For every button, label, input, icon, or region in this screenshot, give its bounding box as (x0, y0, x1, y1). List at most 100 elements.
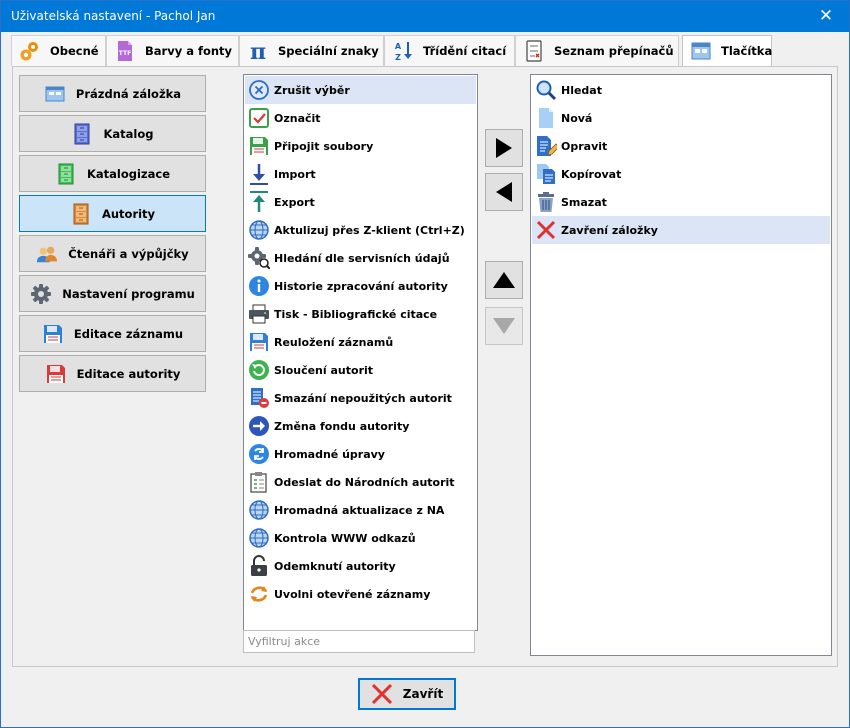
list-item[interactable]: Hromadná aktualizace z NA (245, 496, 476, 524)
checklist-icon (522, 39, 546, 63)
list-item[interactable]: Odeslat do Národních autorit (245, 468, 476, 496)
tab-seznam-prepinacu[interactable]: Seznam přepínačů (515, 35, 679, 66)
list-item[interactable]: Kontrola WWW odkazů (245, 524, 476, 552)
move-up-button[interactable] (485, 261, 523, 299)
list-item[interactable]: Smazat (532, 188, 830, 216)
arrow-up-icon (493, 272, 515, 288)
tab-trideni-citaci[interactable]: AZ Třídění citací (384, 35, 515, 66)
available-actions-list[interactable]: Zrušit výběr Označit Připojit soubory Im… (243, 74, 478, 631)
move-down-button[interactable] (485, 307, 523, 345)
list-item[interactable]: Opravit (532, 132, 830, 160)
list-item[interactable]: Sloučení autorit (245, 356, 476, 384)
arrow-right-circle-icon (247, 414, 271, 438)
tab-label: Tlačítka (721, 44, 773, 58)
printer-icon (247, 302, 271, 326)
edit-doc-icon (534, 134, 558, 158)
category-label: Autority (101, 206, 156, 221)
item-label: Označit (274, 111, 321, 125)
category-label: Prázdná záložka (75, 86, 182, 101)
item-label: Aktulizuj přes Z-klient (Ctrl+Z) (274, 223, 465, 237)
list-item[interactable]: Export (245, 188, 476, 216)
remove-action-button[interactable] (485, 173, 523, 211)
arrow-left-icon (496, 182, 512, 202)
category-katalog[interactable]: Katalog (19, 115, 206, 152)
item-label: Hromadná aktualizace z NA (274, 503, 445, 517)
svg-text:π: π (250, 39, 266, 63)
tab-content: Prázdná záložka Katalog Katalogizace Aut… (12, 66, 838, 667)
list-item[interactable]: Import (245, 160, 476, 188)
bulk-edit-icon (247, 442, 271, 466)
list-item[interactable]: Historie zpracování autority (245, 272, 476, 300)
list-item[interactable]: Zrušit výběr (245, 76, 476, 104)
item-label: Import (274, 167, 316, 181)
globe-icon (247, 526, 271, 550)
item-label: Odemknutí autority (274, 559, 396, 573)
tab-obecne[interactable]: Obecné (11, 35, 106, 66)
close-dialog-button[interactable]: Zavřít (358, 678, 456, 710)
selected-actions-list[interactable]: Hledat Nová Opravit Kopírovat Smazat Zav… (530, 74, 832, 656)
list-item[interactable]: Uvolni otevřené záznamy (245, 580, 476, 608)
category-nastaveni-programu[interactable]: Nastavení programu (19, 275, 206, 312)
category-label: Katalog (103, 126, 154, 141)
item-label: Tisk - Bibliografické citace (274, 307, 438, 321)
item-label: Smazání nepoužitých autorit (274, 391, 452, 405)
item-label: Připojit soubory (274, 139, 374, 153)
item-label: Smazat (561, 195, 607, 209)
list-item[interactable]: Kopírovat (532, 160, 830, 188)
list-item[interactable]: Připojit soubory (245, 132, 476, 160)
trash-icon (534, 190, 558, 214)
tab-tlacitka[interactable]: Tlačítka (682, 35, 772, 66)
list-item[interactable]: Zavření záložky (532, 216, 830, 244)
add-action-button[interactable] (485, 129, 523, 167)
list-item[interactable]: Odemknutí autority (245, 552, 476, 580)
tab-label: Barvy a fonty (145, 44, 233, 58)
item-label: Odeslat do Národních autorit (274, 475, 455, 489)
window-icon (44, 83, 66, 105)
tab-barvy-a-fonty[interactable]: TTF Barvy a fonty (106, 35, 239, 66)
category-ctenari-a-vypujcky[interactable]: Čtenáři a výpůjčky (19, 235, 206, 272)
item-label: Uvolni otevřené záznamy (274, 587, 431, 601)
list-item[interactable]: Hledat (532, 76, 830, 104)
arrow-right-icon (496, 138, 512, 158)
settings-window: Uživatelská nastavení - Pachol Jan ✕ Obe… (0, 0, 850, 728)
category-label: Editace záznamu (73, 326, 184, 341)
tab-label: Obecné (50, 44, 99, 58)
arrow-down-icon (493, 318, 515, 334)
category-editace-autority[interactable]: Editace autority (19, 355, 206, 392)
svg-text:TTF: TTF (119, 50, 131, 57)
window-icon (689, 39, 713, 63)
tab-specialni-znaky[interactable]: π Speciální znaky (239, 35, 384, 66)
list-item[interactable]: Reuložení záznamů (245, 328, 476, 356)
category-katalogizace[interactable]: Katalogizace (19, 155, 206, 192)
category-autority[interactable]: Autority (19, 195, 206, 232)
merge-icon (247, 358, 271, 382)
cancel-circle-icon (247, 78, 271, 102)
list-item[interactable]: Smazání nepoužitých autorit (245, 384, 476, 412)
item-label: Zrušit výběr (274, 83, 350, 97)
window-title: Uživatelská nastavení - Pachol Jan (11, 9, 216, 23)
globe-icon (247, 218, 271, 242)
item-label: Nová (561, 111, 593, 125)
list-item[interactable]: Nová (532, 104, 830, 132)
list-item[interactable]: Hledání dle servisních údajů (245, 244, 476, 272)
list-item[interactable]: Tisk - Bibliografické citace (245, 300, 476, 328)
category-prazdna-zalozka[interactable]: Prázdná záložka (19, 75, 206, 112)
close-icon[interactable]: ✕ (803, 1, 849, 32)
item-label: Historie zpracování autority (274, 279, 448, 293)
category-label: Katalogizace (86, 166, 170, 181)
clipboard-icon (247, 470, 271, 494)
users-icon (36, 243, 58, 265)
refresh-icon (247, 582, 271, 606)
list-item[interactable]: Označit (245, 104, 476, 132)
category-editace-zaznamu[interactable]: Editace záznamu (19, 315, 206, 352)
tab-label: Speciální znaky (278, 44, 379, 58)
globe-icon (247, 498, 271, 522)
list-item[interactable]: Aktulizuj přes Z-klient (Ctrl+Z) (245, 216, 476, 244)
copy-icon (534, 162, 558, 186)
list-item[interactable]: Změna fondu autority (245, 412, 476, 440)
list-item[interactable]: Hromadné úpravy (245, 440, 476, 468)
filter-actions-input[interactable] (243, 630, 475, 653)
item-label: Hromadné úpravy (274, 447, 385, 461)
checkbox-icon (247, 106, 271, 130)
ttf-font-icon: TTF (113, 39, 137, 63)
